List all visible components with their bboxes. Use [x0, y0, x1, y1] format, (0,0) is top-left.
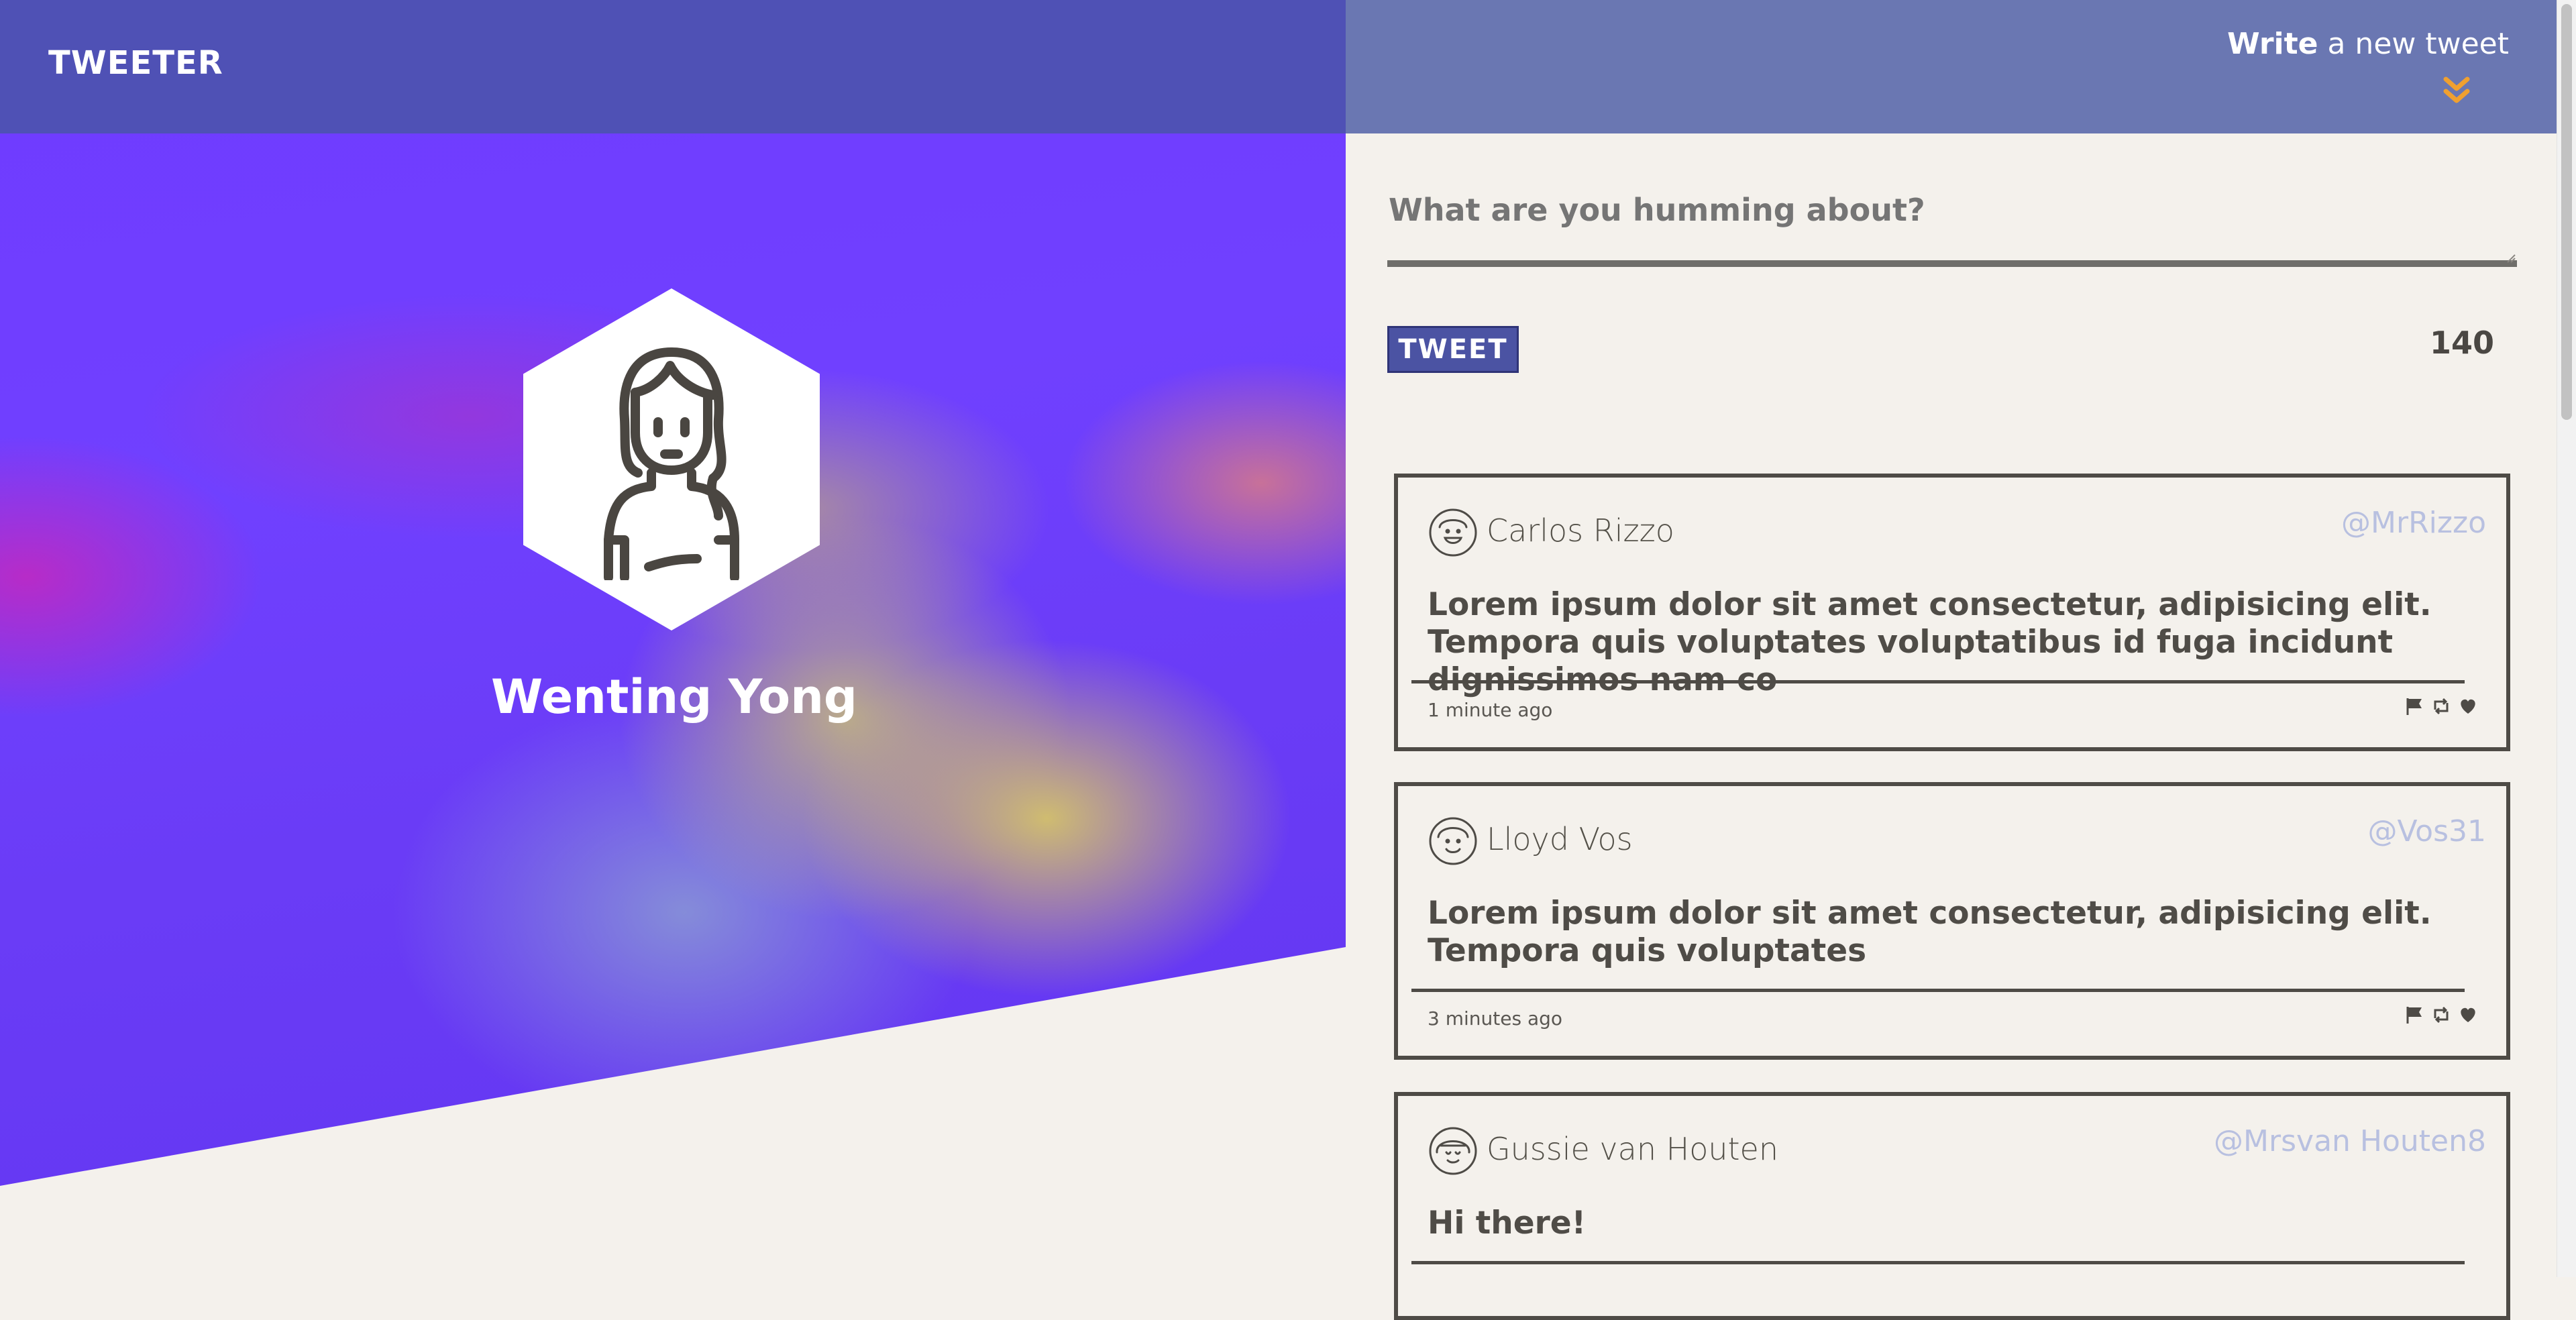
retweet-icon[interactable] [2431, 1005, 2451, 1025]
write-new-tweet-toggle[interactable]: Write a new tweet [2227, 27, 2509, 61]
tweet-actions [2404, 1005, 2478, 1025]
profile-name: Wenting Yong [490, 669, 858, 724]
woman-avatar-icon [604, 347, 739, 580]
smiling-man-avatar-icon [1429, 508, 1477, 557]
tweet-text: Lorem ipsum dolor sit amet consectetur, … [1428, 895, 2432, 969]
tweet-divider [1411, 680, 2465, 683]
tweet-card: Carlos Rizzo @MrRizzo Lorem ipsum dolor … [1394, 474, 2510, 751]
heart-icon[interactable] [2458, 1005, 2478, 1025]
tweet-text-input[interactable] [1387, 184, 2517, 267]
hero-gradient-background [0, 0, 1346, 1186]
character-counter: 140 [2429, 325, 2494, 361]
write-label-bold: Write [2227, 27, 2318, 61]
tweet-author-handle[interactable]: @Mrsvan Houten8 [2214, 1124, 2486, 1158]
tweet-card: Lloyd Vos @Vos31 Lorem ipsum dolor sit a… [1394, 782, 2510, 1060]
write-label-rest: a new tweet [2318, 27, 2509, 61]
profile-panel: TWEETER Wenting Yong [0, 0, 1346, 1277]
page-scrollbar[interactable] [2557, 0, 2576, 1277]
tweet-author-handle[interactable]: @MrRizzo [2341, 506, 2486, 540]
tweet-card: Gussie van Houten @Mrsvan Houten8 Hi the… [1394, 1092, 2510, 1320]
tweet-author-name[interactable]: Carlos Rizzo [1487, 512, 1674, 549]
retweet-icon[interactable] [2431, 696, 2451, 716]
nav-bar: TWEETER [0, 0, 1346, 133]
scrollbar-thumb[interactable] [2561, 4, 2572, 420]
tweet-author-handle[interactable]: @Vos31 [2367, 814, 2486, 848]
tweet-divider [1411, 1261, 2465, 1264]
tweet-author-name[interactable]: Gussie van Houten [1487, 1131, 1778, 1167]
heart-icon[interactable] [2458, 696, 2478, 716]
tweet-divider [1411, 989, 2465, 992]
man-avatar-icon [1429, 817, 1477, 865]
woman-bangs-avatar-icon [1429, 1127, 1477, 1175]
tweet-timestamp: 1 minute ago [1428, 699, 1553, 721]
tweet-author-name[interactable]: Lloyd Vos [1487, 821, 1633, 857]
tweet-actions [2404, 696, 2478, 716]
double-chevron-down-icon[interactable] [2436, 72, 2477, 107]
tweet-timestamp: 3 minutes ago [1428, 1007, 1563, 1030]
flag-icon[interactable] [2404, 1005, 2424, 1025]
resize-grip-icon[interactable] [2505, 252, 2516, 263]
tweet-text: Hi there! [1428, 1205, 1587, 1242]
compose-header: Write a new tweet [1346, 0, 2557, 133]
tweet-button[interactable]: TWEET [1387, 326, 1519, 373]
app-logo[interactable]: TWEETER [48, 44, 223, 82]
tweets-panel: Write a new tweet TWEET 140 Carlos Rizzo… [1346, 0, 2557, 1320]
flag-icon[interactable] [2404, 696, 2424, 716]
